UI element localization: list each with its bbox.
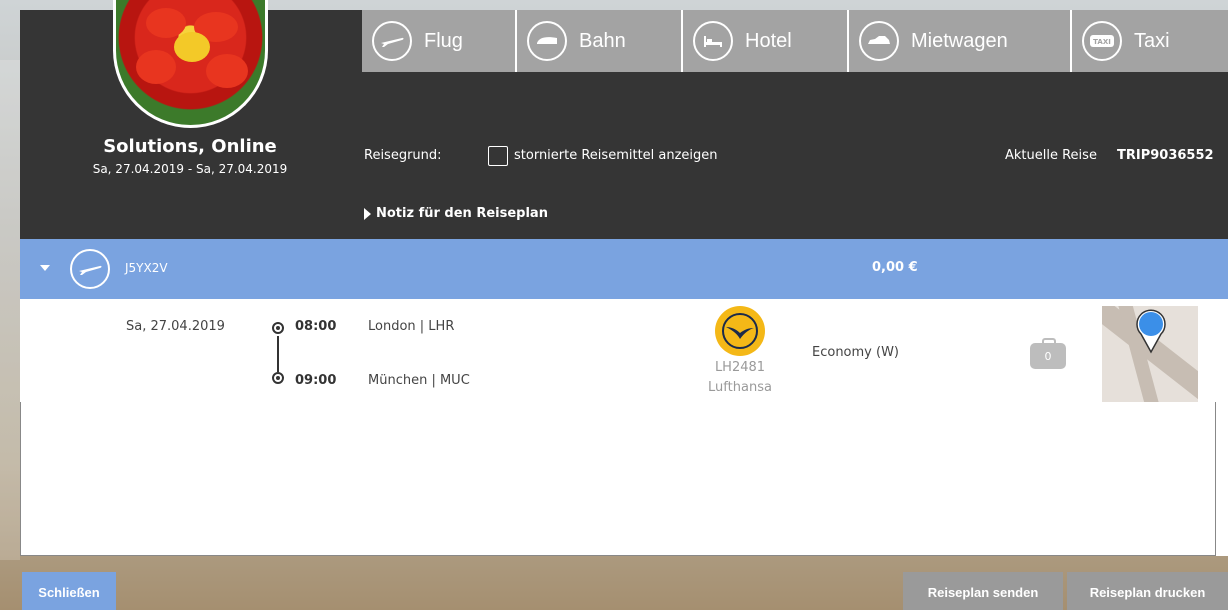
current-trip-id: TRIP9036552 xyxy=(1117,148,1214,163)
current-trip-label: Aktuelle Reise xyxy=(1005,148,1097,163)
trip-date-range: Sa, 27.04.2019 - Sa, 27.04.2019 xyxy=(92,162,288,176)
tab-label: Flug xyxy=(424,29,463,52)
train-icon xyxy=(527,21,567,61)
show-cancelled-checkbox[interactable] xyxy=(488,146,508,166)
booking-code: J5YX2V xyxy=(125,261,168,275)
plane-icon xyxy=(70,249,110,289)
airline-name: Lufthansa xyxy=(708,380,772,395)
booking-header[interactable]: J5YX2V 0,00 € xyxy=(20,239,1228,299)
bed-icon xyxy=(693,21,733,61)
tab-label: Mietwagen xyxy=(911,29,1008,52)
departure-dot-icon xyxy=(272,322,284,334)
show-cancelled-label[interactable]: stornierte Reisemittel anzeigen xyxy=(514,148,718,163)
transport-tabs: Flug Bahn Hotel Mietwagen TAXI Taxi xyxy=(362,10,1228,72)
arrival-airport: München | MUC xyxy=(368,373,470,388)
svg-text:TAXI: TAXI xyxy=(1093,38,1111,46)
itinerary-panel-empty-area xyxy=(20,402,1216,556)
luggage-count: 0 xyxy=(1044,349,1052,363)
tab-flight[interactable]: Flug xyxy=(362,10,517,72)
itinerary-note-toggle[interactable]: Notiz für den Reiseplan xyxy=(364,206,548,221)
tab-hotel[interactable]: Hotel xyxy=(683,10,849,72)
tab-label: Hotel xyxy=(745,29,792,52)
taxi-icon: TAXI xyxy=(1082,21,1122,61)
triangle-right-icon xyxy=(364,207,371,220)
avatar-petal xyxy=(136,50,176,84)
avatar-petal xyxy=(146,8,186,38)
arrival-time: 09:00 xyxy=(295,373,337,388)
tab-label: Bahn xyxy=(579,29,626,52)
tab-rental-car[interactable]: Mietwagen xyxy=(849,10,1072,72)
map-thumbnail[interactable] xyxy=(1102,306,1198,402)
departure-airport: London | LHR xyxy=(368,319,455,334)
segment-date: Sa, 27.04.2019 xyxy=(126,319,225,334)
arrival-dot-icon xyxy=(272,372,284,384)
cabin-class: Economy (W) xyxy=(812,345,899,360)
plane-icon xyxy=(372,21,412,61)
tab-taxi[interactable]: TAXI Taxi xyxy=(1072,10,1228,72)
itinerary-note-label: Notiz für den Reiseplan xyxy=(376,206,548,221)
trip-reason-label: Reisegrund: xyxy=(364,148,442,163)
map-pin-icon xyxy=(1136,309,1166,354)
avatar-petal xyxy=(206,54,248,88)
user-name: Solutions, Online xyxy=(103,136,277,157)
send-itinerary-button[interactable]: Reiseplan senden xyxy=(903,572,1063,610)
car-icon xyxy=(859,21,899,61)
flight-number: LH2481 xyxy=(714,360,766,375)
timeline-connector xyxy=(277,336,279,372)
lufthansa-logo-icon xyxy=(715,306,765,356)
departure-time: 08:00 xyxy=(295,319,337,334)
caret-down-icon[interactable] xyxy=(40,265,50,271)
tab-train[interactable]: Bahn xyxy=(517,10,683,72)
booking-price: 0,00 € xyxy=(872,260,918,275)
luggage-icon: 0 xyxy=(1030,338,1066,369)
print-itinerary-button[interactable]: Reiseplan drucken xyxy=(1067,572,1228,610)
avatar-flower-center xyxy=(174,32,210,62)
close-button[interactable]: Schließen xyxy=(22,572,116,610)
background-scene xyxy=(0,60,20,560)
tab-label: Taxi xyxy=(1134,29,1170,52)
